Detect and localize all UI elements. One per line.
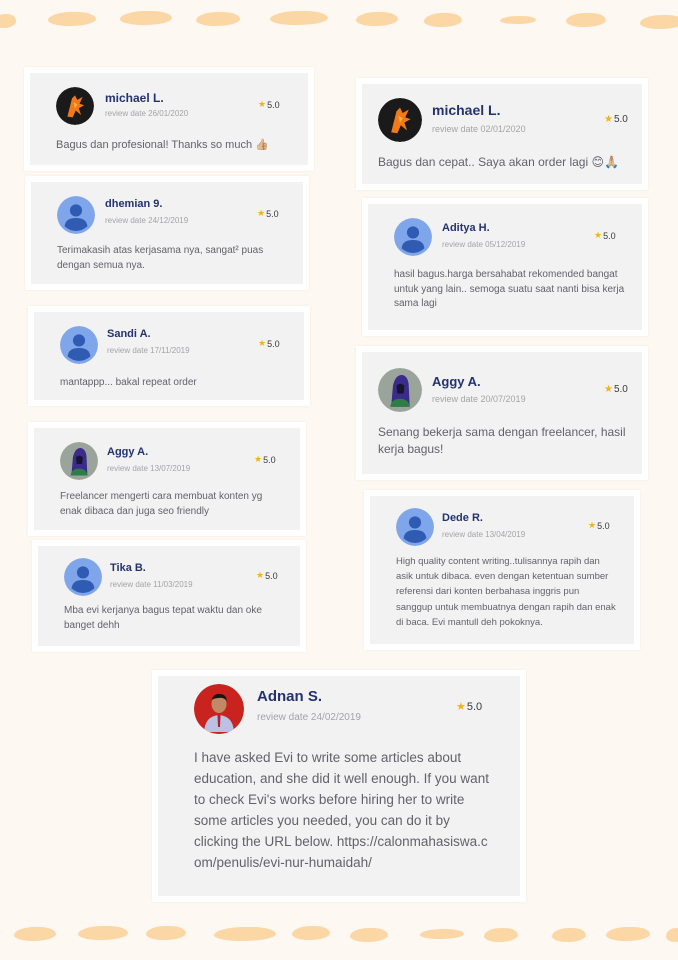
reviewer-name: Dede R. [442,512,483,524]
review-card: Adnan S. review date 24/02/2019 ★ 5.0 I h… [152,670,526,902]
reviewer-name: dhemian 9. [105,198,163,210]
default-user-avatar [394,218,432,256]
reviewer-name: Sandi A. [107,328,151,340]
review-date: review date 11/03/2019 [110,580,193,589]
star-icon: ★ [256,570,265,580]
review-card-body: dhemian 9. review date 24/12/2019 ★ 5.0 T… [31,182,303,284]
dragon-logo-avatar [378,98,422,142]
default-user-avatar [396,508,434,546]
review-text: High quality content writing..tulisannya… [396,556,616,628]
rating: ★ 5.0 [594,230,616,241]
default-user-avatar [60,326,98,364]
bottom-decorative-border [0,920,678,950]
review-text: Bagus dan profesional! Thanks so much 👍🏼 [56,137,296,154]
reviewer-name: Adnan S. [257,688,323,705]
star-icon: ★ [254,454,263,464]
review-text: Freelancer mengerti cara membuat konten … [60,491,263,517]
rating: ★ 5.0 [456,700,483,714]
review-card-body: michael L. review date 26/01/2020 ★ 5.0 B… [30,73,308,165]
review-card: Sandi A. review date 17/11/2019 ★ 5.0 man… [28,306,310,406]
review-card-body: Aggy A. review date 20/07/2019 ★ 5.0 Sena… [362,352,642,474]
review-date: review date 24/12/2019 [105,216,189,225]
review-date: review date 13/07/2019 [107,464,191,473]
star-icon: ★ [258,338,267,348]
review-card: Aggy A. review date 20/07/2019 ★ 5.0 Sena… [356,346,648,480]
rating: ★ 5.0 [254,454,276,465]
rating-value: 5.0 [265,570,278,581]
star-icon: ★ [604,384,613,395]
rating: ★ 5.0 [604,114,628,125]
reviewer-name: Aditya H. [442,222,490,234]
default-user-avatar [64,558,102,596]
reviewer-name: michael L. [105,91,164,105]
rating-value: 5.0 [613,114,628,125]
review-date: review date 13/04/2019 [442,530,526,539]
rating: ★ 5.0 [256,570,278,581]
review-date: review date 17/11/2019 [107,346,190,355]
review-text: Mba evi kerjanya bagus tepat waktu dan o… [64,605,262,631]
review-card-body: Adnan S. review date 24/02/2019 ★ 5.0 I h… [158,676,520,896]
rating-value: 5.0 [466,700,483,713]
top-decorative-border [0,4,678,34]
reviewer-name: Aggy A. [107,446,149,458]
review-text: Bagus dan cepat.. Saya akan order lagi 😊… [378,154,638,171]
review-text: Senang bekerja sama dengan freelancer, h… [378,425,626,457]
review-card-body: Sandi A. review date 17/11/2019 ★ 5.0 man… [34,312,304,400]
review-card-body: michael L. review date 02/01/2020 ★ 5.0 B… [362,84,642,184]
review-card: Aditya H. review date 05/12/2019 ★ 5.0 ha… [362,198,648,336]
star-icon: ★ [604,114,613,125]
rating-value: 5.0 [613,384,628,395]
star-icon: ★ [258,99,267,109]
rating-value: 5.0 [263,454,276,465]
review-date: review date 20/07/2019 [432,394,526,404]
default-user-avatar [57,196,95,234]
smile-pray-emoji: 😊🙏🏼 [591,155,619,169]
review-card-body: Tika B. review date 11/03/2019 ★ 5.0 Mba … [38,546,300,646]
rating: ★ 5.0 [258,99,280,110]
rating-value: 5.0 [266,208,279,219]
review-text: mantappp... bakal repeat order [60,377,197,388]
rating-value: 5.0 [267,99,280,110]
review-text: I have asked Evi to write some articles … [194,748,494,874]
dragon-logo-avatar [56,87,94,125]
rating: ★ 5.0 [588,520,610,531]
star-icon: ★ [257,208,266,218]
review-card: Tika B. review date 11/03/2019 ★ 5.0 Mba … [32,540,306,652]
star-icon: ★ [594,230,603,240]
rating: ★ 5.0 [257,208,279,219]
review-date: review date 05/12/2019 [442,240,526,249]
review-card: Dede R. review date 13/04/2019 ★ 5.0 High… [364,490,640,650]
rating: ★ 5.0 [258,338,280,349]
review-card: Aggy A. review date 13/07/2019 ★ 5.0 Free… [28,422,306,536]
rating: ★ 5.0 [604,384,628,395]
review-date: review date 26/01/2020 [105,109,189,118]
rating-value: 5.0 [603,230,616,241]
review-card: michael L. review date 02/01/2020 ★ 5.0 B… [356,78,648,190]
reviewer-name: Tika B. [110,562,146,574]
review-text-content: Bagus dan profesional! Thanks so much [56,139,253,151]
review-date: review date 02/01/2020 [432,124,526,134]
photo-person-avatar [194,684,244,734]
review-text: hasil bagus.harga bersahabat rekomended … [394,269,625,309]
rating-value: 5.0 [267,338,280,349]
reviewer-name: michael L. [432,102,501,118]
review-text: Terimakasih atas kerjasama nya, sangat² … [57,245,264,271]
star-icon: ★ [456,701,466,713]
review-date: review date 24/02/2019 [257,712,361,723]
review-card: dhemian 9. review date 24/12/2019 ★ 5.0 T… [25,176,309,290]
review-text-content: Bagus dan cepat.. Saya akan order lagi [378,155,589,169]
review-card-body: Aggy A. review date 13/07/2019 ★ 5.0 Free… [34,428,300,530]
reviewer-name: Aggy A. [432,374,481,389]
review-card: michael L. review date 26/01/2020 ★ 5.0 B… [24,67,314,171]
hooded-figure-avatar [60,442,98,480]
hooded-figure-avatar [378,368,422,412]
thumbs-up-emoji: 👍🏼 [255,138,269,151]
star-icon: ★ [588,520,597,530]
rating-value: 5.0 [597,520,610,531]
review-card-body: Aditya H. review date 05/12/2019 ★ 5.0 ha… [368,204,642,330]
review-card-body: Dede R. review date 13/04/2019 ★ 5.0 High… [370,496,634,644]
